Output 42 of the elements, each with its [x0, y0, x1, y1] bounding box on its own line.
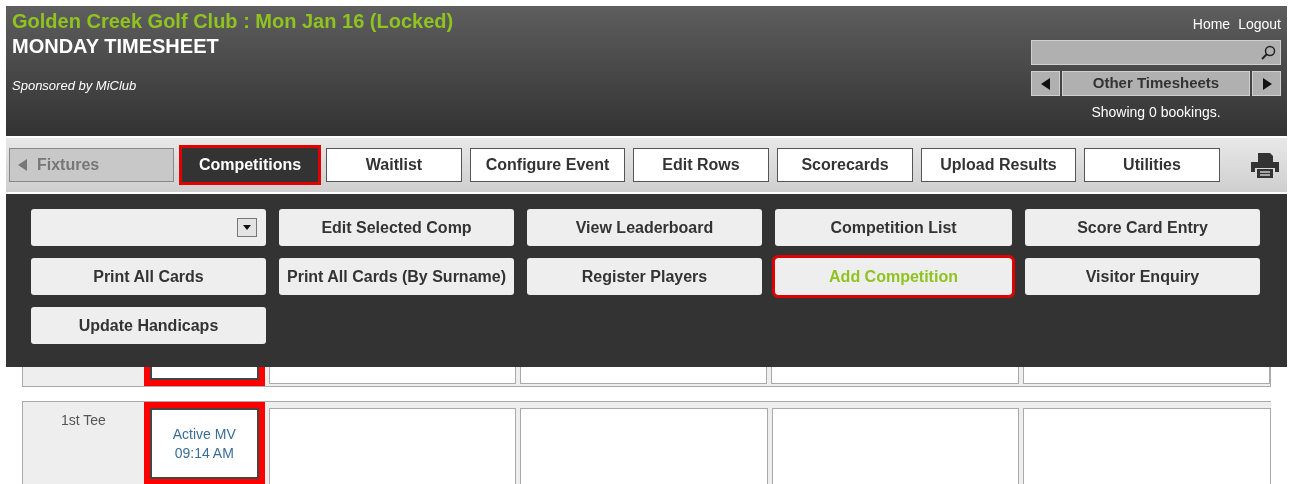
other-timesheets-button[interactable]: Other Timesheets — [1062, 71, 1250, 96]
printer-icon[interactable] — [1249, 151, 1281, 179]
empty-booking-cell[interactable] — [1022, 367, 1270, 384]
menu-button[interactable]: Update Handicaps — [31, 307, 266, 344]
next-button[interactable] — [1252, 71, 1281, 96]
menu-button[interactable]: Visitor Enquiry — [1025, 258, 1260, 295]
menu-button[interactable]: Print All Cards (By Surname) — [279, 258, 514, 295]
header-link[interactable]: Home — [1192, 14, 1231, 35]
right-triangle-icon — [1261, 77, 1272, 90]
empty-booking-cell[interactable] — [268, 367, 516, 384]
search-field[interactable] — [1031, 40, 1281, 65]
club-title: Golden Creek Golf Club : Mon Jan 16 (Locked) — [12, 9, 454, 33]
menu-button[interactable]: Score Card Entry — [1025, 209, 1260, 246]
empty-booking-cell[interactable] — [519, 367, 768, 384]
nav-tab[interactable]: Utilities — [1084, 148, 1220, 182]
nav-tab[interactable]: Competitions — [182, 148, 318, 182]
empty-booking-cell[interactable] — [520, 408, 768, 484]
sponsor-text: Sponsored by MiClub — [12, 77, 138, 95]
menu-button[interactable]: Competition List — [775, 209, 1012, 246]
nav-tab[interactable]: Edit Rows — [633, 148, 769, 182]
menu-button[interactable]: Print All Cards — [31, 258, 266, 295]
header-link[interactable]: Logout — [1238, 14, 1281, 35]
empty-booking-cell[interactable] — [771, 408, 1020, 484]
booking-slot[interactable]: Active MV 09:14 AM — [149, 408, 259, 479]
nav-tab[interactable]: Configure Event — [470, 148, 625, 182]
empty-booking-cell[interactable] — [268, 408, 517, 484]
empty-booking-cell[interactable] — [771, 367, 1019, 384]
nav-tab[interactable]: Waitlist — [326, 148, 462, 182]
left-triangle-icon — [1040, 77, 1051, 90]
booking-slot[interactable] — [149, 367, 259, 380]
menu-button[interactable]: Register Players — [527, 258, 762, 295]
previous-button[interactable] — [1031, 71, 1060, 96]
empty-booking-cell[interactable] — [1023, 408, 1271, 484]
menu-button[interactable]: Edit Selected Comp — [279, 209, 514, 246]
menu-button[interactable]: View Leaderboard — [527, 209, 762, 246]
left-triangle-icon — [18, 159, 27, 171]
nav-tab[interactable]: Upload Results — [921, 148, 1076, 182]
bookings-status: Showing 0 bookings. — [1090, 103, 1222, 122]
search-icon — [1260, 44, 1276, 61]
nav-tab[interactable]: Scorecards — [777, 148, 913, 182]
page-title: MONDAY TIMESHEET — [12, 34, 220, 59]
tee-label: 1st Tee — [59, 411, 107, 430]
